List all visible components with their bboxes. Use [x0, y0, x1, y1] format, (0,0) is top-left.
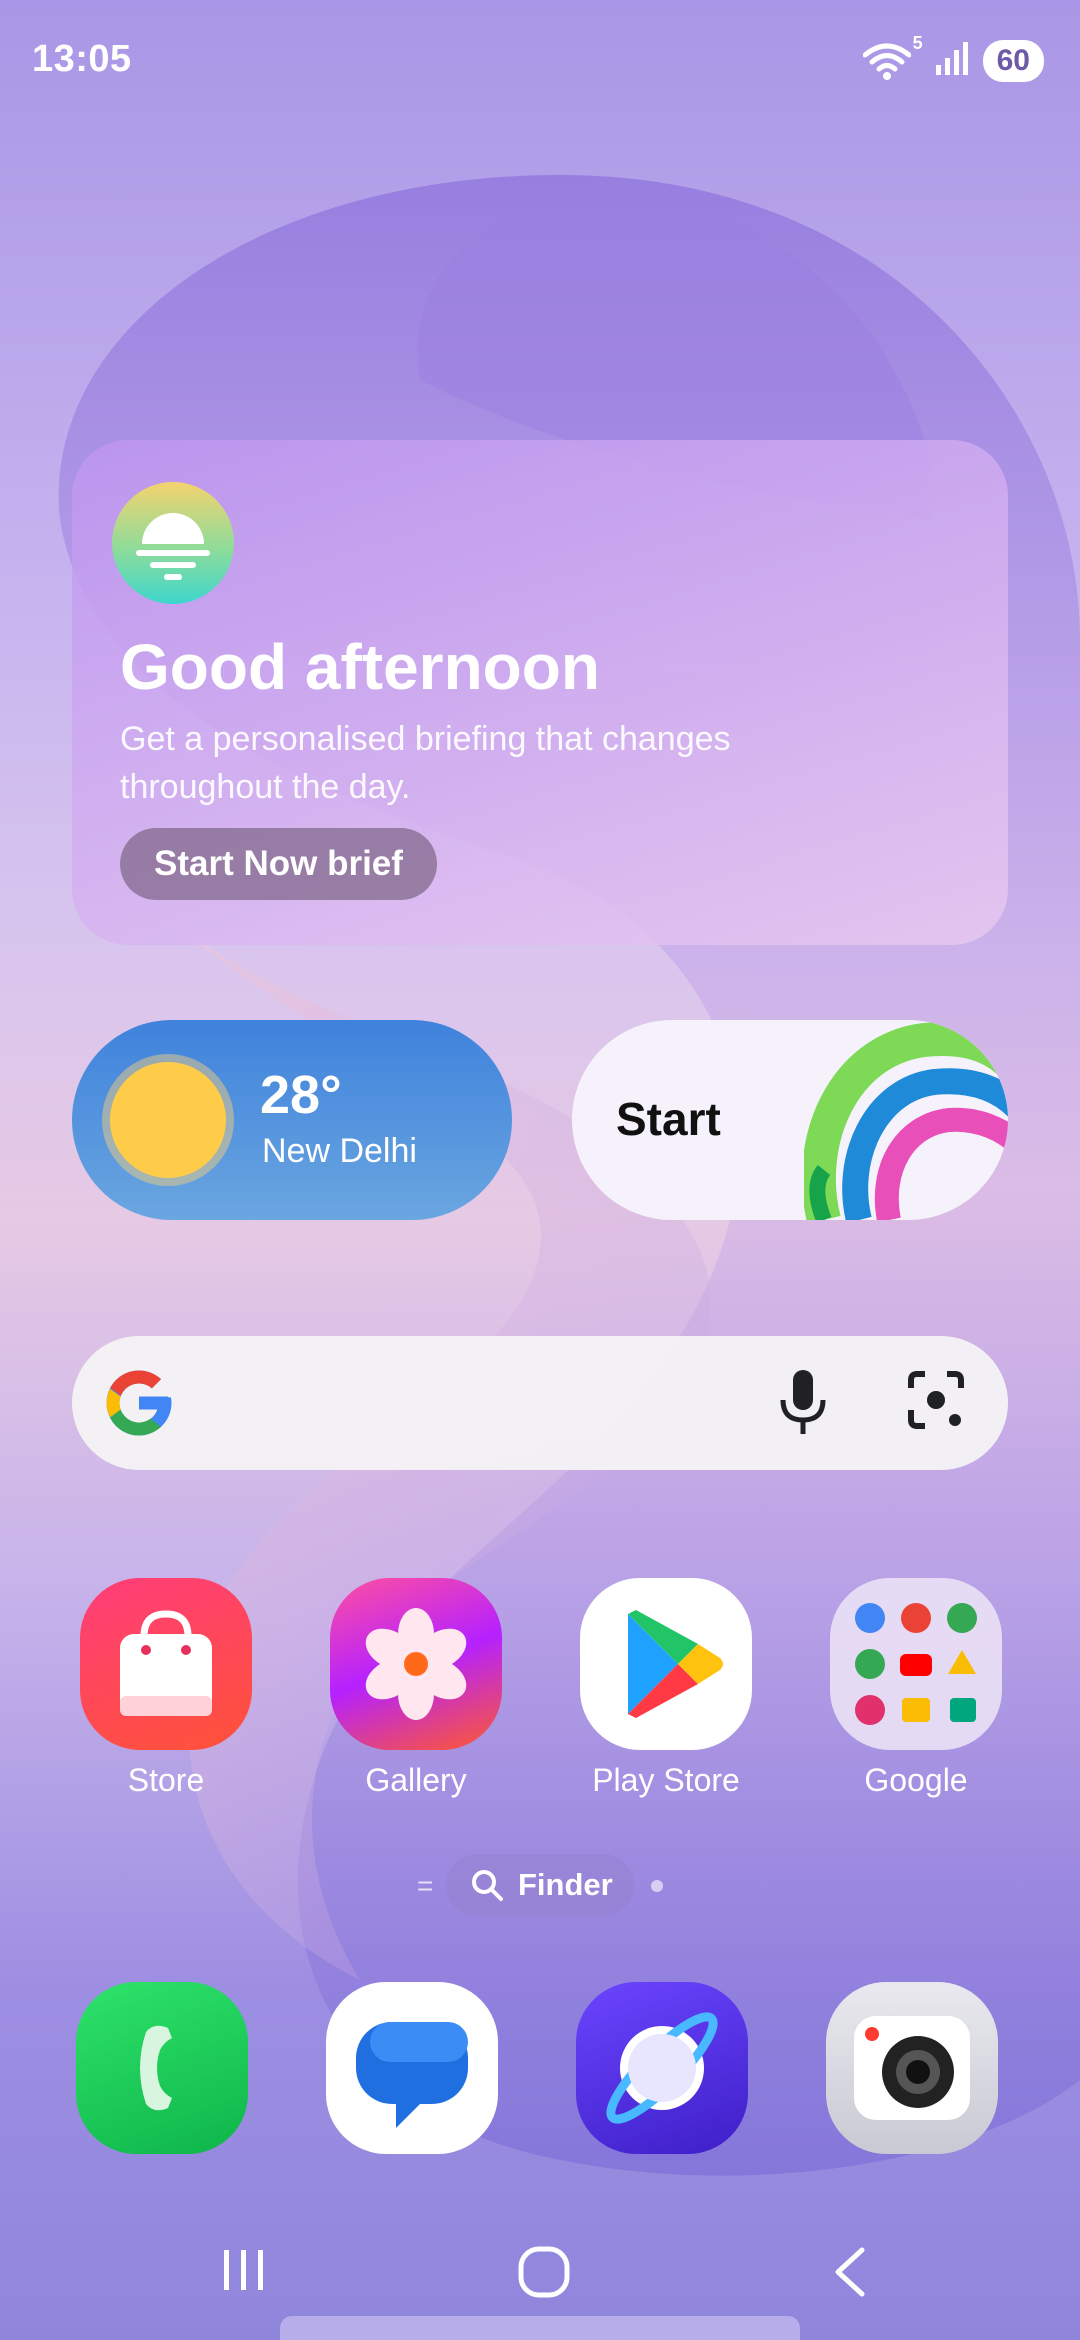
start-now-brief-button[interactable]: Start Now brief — [120, 828, 437, 900]
app-label: Google — [864, 1762, 968, 1798]
camera-icon[interactable] — [826, 1982, 998, 2154]
gesture-handle[interactable] — [280, 2316, 800, 2340]
camera-lens-icon[interactable] — [907, 1370, 965, 1432]
battery-indicator: 60 — [982, 40, 1044, 82]
flower-icon — [330, 1578, 502, 1750]
phone-icon[interactable] — [76, 1982, 248, 2154]
home-icon[interactable] — [516, 2244, 572, 2300]
brief-subtitle: Get a personalised briefing that changes… — [120, 720, 731, 806]
signal-icon — [935, 41, 969, 82]
google-search-bar[interactable] — [72, 1336, 1008, 1470]
wifi-icon: 5 — [862, 33, 923, 81]
app-store[interactable]: Store — [66, 1578, 266, 1799]
sunset-icon — [112, 482, 234, 604]
search-icon — [472, 1870, 503, 1901]
app-label: Gallery — [365, 1762, 467, 1798]
app-label: Store — [127, 1762, 205, 1798]
status-bar: 13:05 5 60 — [0, 0, 1080, 120]
status-icons: 5 60 — [862, 33, 1044, 86]
shopping-bag-icon — [80, 1578, 252, 1750]
page-indicator-home: = — [417, 1870, 434, 1901]
wifi-label: 5 — [912, 33, 923, 53]
app-play-store[interactable]: Play Store — [566, 1578, 766, 1799]
weather-temperature: 28° — [260, 1065, 342, 1125]
start-widget[interactable]: Start — [572, 1020, 1008, 1220]
finder-button[interactable]: Finder — [446, 1854, 634, 1916]
status-time: 13:05 — [32, 38, 132, 80]
app-gallery[interactable]: Gallery — [316, 1578, 516, 1799]
microphone-icon[interactable] — [777, 1368, 829, 1440]
back-icon[interactable] — [826, 2244, 874, 2300]
heart-rainbow-icon — [804, 1022, 1008, 1220]
recents-icon[interactable] — [218, 2244, 270, 2296]
play-triangle-icon — [580, 1578, 752, 1750]
weather-city: New Delhi — [262, 1132, 417, 1170]
sun-icon — [110, 1062, 226, 1178]
brief-title: Good afternoon — [120, 631, 600, 703]
start-label: Start — [616, 1093, 721, 1145]
chat-bubble-icon[interactable] — [326, 1982, 498, 2154]
app-label: Play Store — [592, 1762, 740, 1798]
finder-label: Finder — [518, 1867, 613, 1902]
app-google-folder[interactable]: Google — [816, 1578, 1016, 1799]
now-brief-card[interactable]: Good afternoon Get a personalised briefi… — [72, 440, 1008, 945]
weather-widget[interactable]: 28° New Delhi — [72, 1020, 512, 1220]
google-folder-icon — [830, 1578, 1002, 1750]
google-g-icon — [106, 1370, 172, 1436]
planet-icon[interactable] — [576, 1982, 748, 2154]
page-indicator-dot — [651, 1880, 663, 1892]
